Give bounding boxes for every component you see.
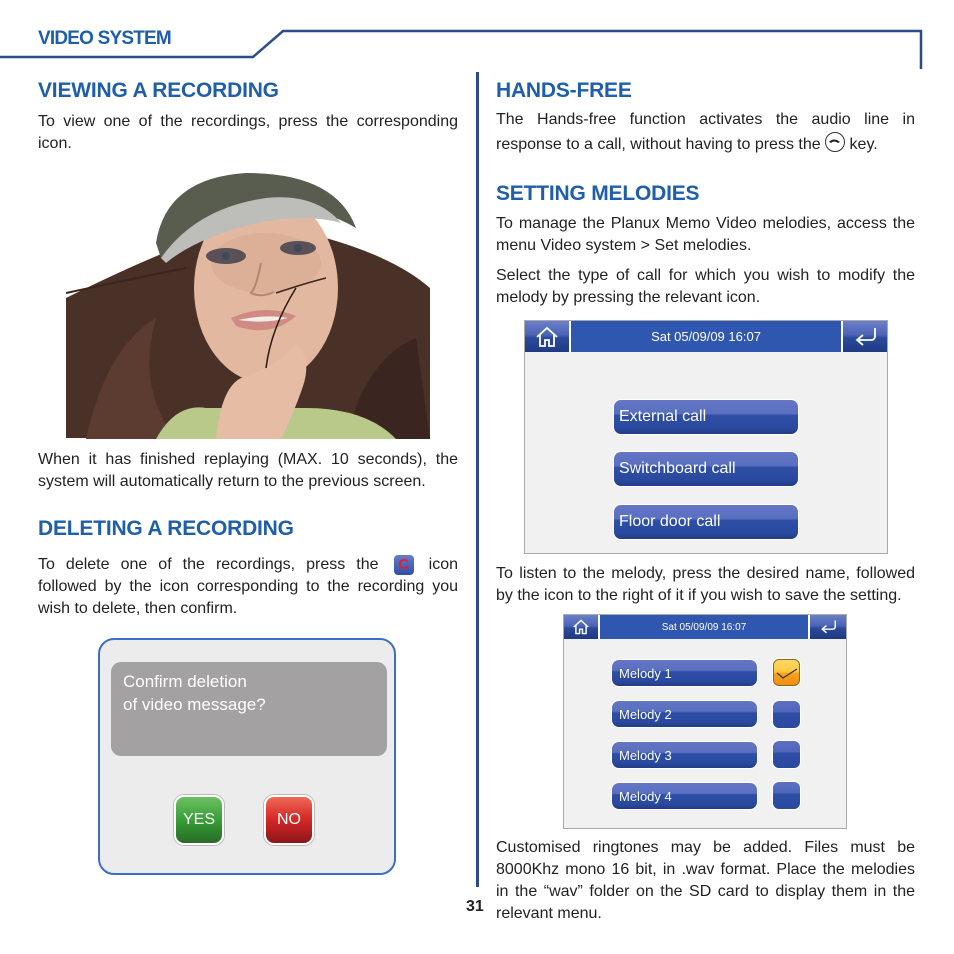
return-arrow-icon	[855, 327, 876, 346]
home-icon	[536, 326, 558, 347]
check-icon	[776, 668, 798, 679]
melodies-text-1: To manage the Planux Memo Video melodies…	[496, 215, 915, 254]
melody-1-button[interactable]: Melody 1	[612, 660, 757, 686]
melody-2-button[interactable]: Melody 2	[612, 701, 757, 727]
melodies-heading: SETTING MELODIES	[496, 182, 700, 205]
melodies-text-3: To listen to the melody, press the desir…	[496, 565, 915, 604]
home-icon	[573, 619, 589, 635]
recording-photo	[66, 168, 430, 439]
replay-text: When it has finished replaying (MAX. 10 …	[38, 451, 458, 490]
switchboard-call-button[interactable]: Switchboard call	[614, 452, 798, 486]
hands-free-text: The Hands-free function activates the au…	[496, 111, 915, 153]
melodies-text-2: Select the type of call for which you wi…	[496, 267, 915, 306]
back-button[interactable]	[843, 321, 887, 352]
home-button[interactable]	[525, 321, 569, 352]
viewing-heading: VIEWING A RECORDING	[38, 79, 279, 102]
melody-3-button[interactable]: Melody 3	[612, 742, 757, 768]
viewing-text: To view one of the recordings, press the…	[38, 113, 458, 152]
back-button[interactable]	[810, 615, 846, 639]
datetime-display: Sat 05/09/09 16:07	[598, 615, 810, 639]
external-call-button[interactable]: External call	[614, 400, 798, 434]
confirm-message: Confirm deletion of video message?	[111, 662, 387, 756]
home-button[interactable]	[564, 615, 598, 639]
return-arrow-icon	[821, 620, 836, 634]
floor-door-call-button[interactable]: Floor door call	[614, 505, 798, 539]
delete-c-icon: C	[393, 554, 414, 575]
confirm-dialog: Confirm deletion of video message? YES N…	[98, 638, 396, 875]
page-number: 31	[466, 898, 484, 915]
melody-4-save-toggle[interactable]	[773, 782, 800, 809]
deleting-heading: DELETING A RECORDING	[38, 517, 294, 540]
handset-icon	[825, 131, 846, 152]
datetime-display: Sat 05/09/09 16:07	[569, 321, 843, 352]
hands-free-heading: HANDS-FREE	[496, 79, 632, 102]
no-button[interactable]: NO	[264, 795, 314, 845]
melodies-text-4: Customised ringtones may be added. Files…	[496, 839, 915, 922]
call-type-screen: Sat 05/09/09 16:07 External call Switchb…	[524, 320, 888, 554]
melody-1-save-toggle[interactable]	[773, 659, 800, 686]
melody-select-screen: Sat 05/09/09 16:07 Melody 1 Melody 2 Mel…	[563, 614, 847, 829]
section-title: VIDEO SYSTEM	[38, 28, 172, 49]
melody-4-button[interactable]: Melody 4	[612, 783, 757, 809]
melody-2-save-toggle[interactable]	[773, 701, 800, 728]
column-divider	[476, 72, 479, 887]
melody-3-save-toggle[interactable]	[773, 741, 800, 768]
deleting-text: To delete one of the recordings, press t…	[38, 554, 459, 617]
yes-button[interactable]: YES	[174, 795, 224, 845]
